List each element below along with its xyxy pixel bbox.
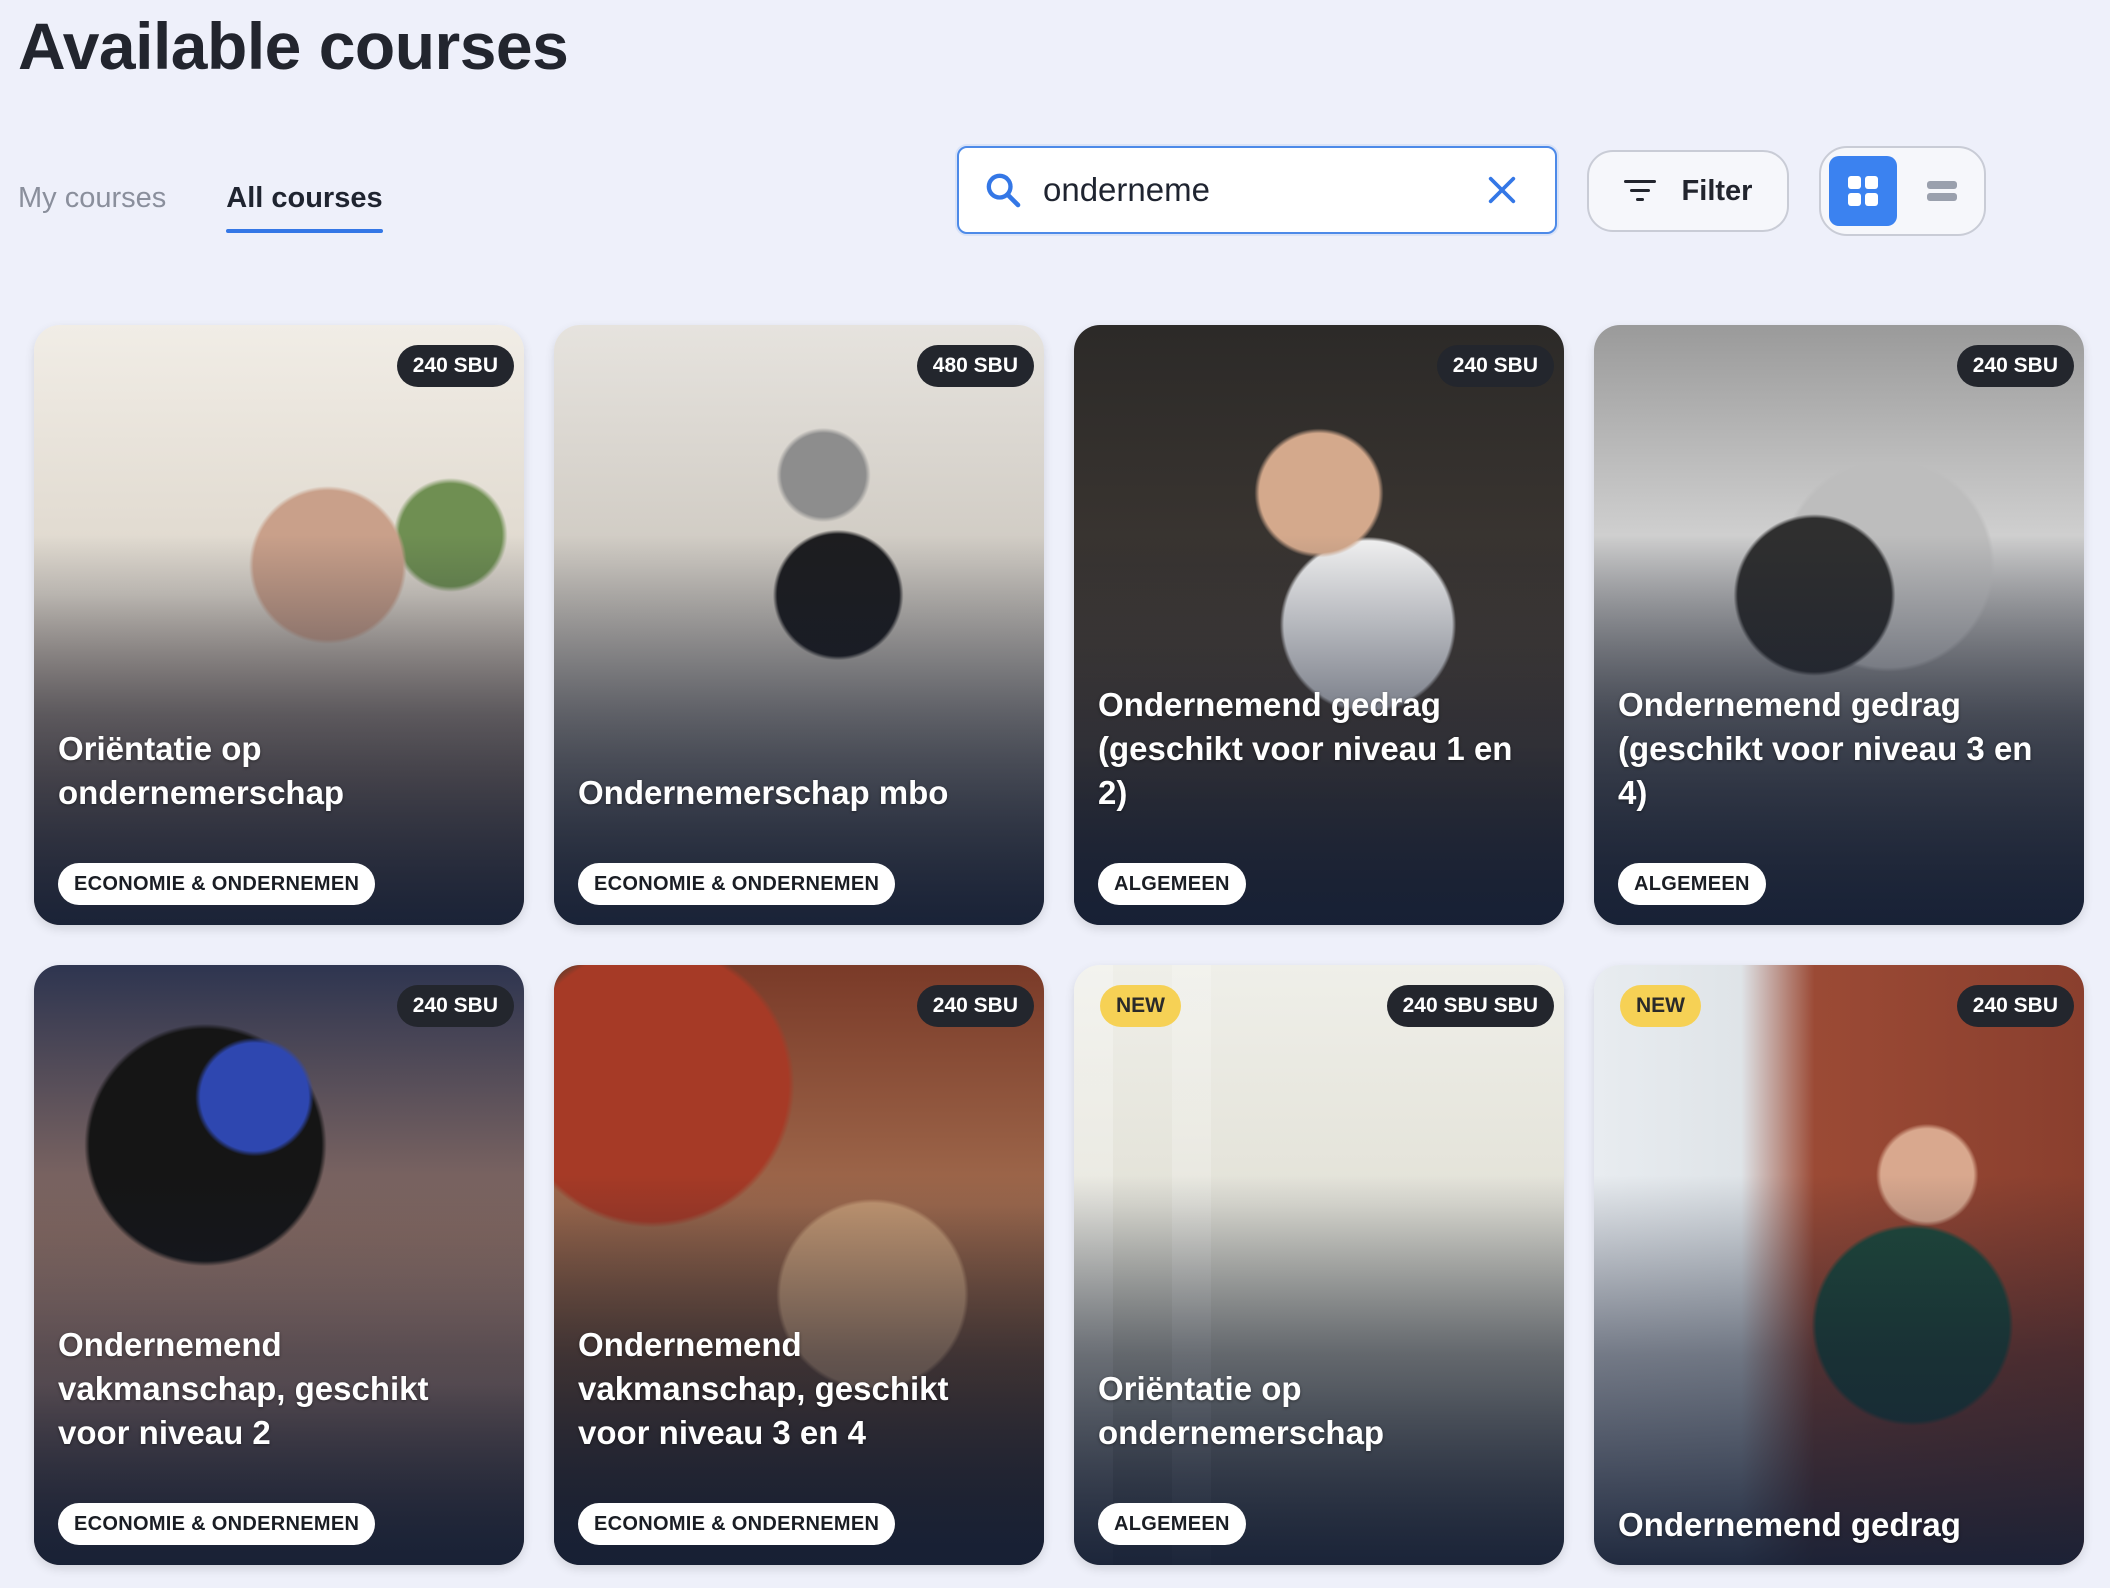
new-badge: NEW [1620, 985, 1701, 1027]
sbu-badge: 240 SBU [396, 345, 514, 387]
category-badge: ALGEMEEN [1098, 1503, 1246, 1545]
course-card[interactable]: 240 SBU Oriëntatie op ondernemerschap EC… [34, 325, 524, 925]
category-badge: ALGEMEEN [1098, 863, 1246, 905]
search-input[interactable] [1043, 160, 1485, 220]
page-title: Available courses [18, 9, 569, 83]
new-badge: NEW [1100, 985, 1181, 1027]
list-icon [1927, 181, 1958, 201]
tab-all-courses[interactable]: All courses [226, 182, 383, 233]
sbu-badge: 240 SBU [1956, 985, 2074, 1027]
list-view-button[interactable] [1909, 156, 1977, 226]
course-card[interactable]: NEW 240 SBU SBU Oriëntatie op ondernemer… [1074, 965, 1564, 1565]
sbu-badge: 240 SBU [1436, 345, 1554, 387]
course-card[interactable]: 240 SBU Ondernemend gedrag (geschikt voo… [1074, 325, 1564, 925]
course-card[interactable]: 240 SBU Ondernemend vakmanschap, geschik… [34, 965, 524, 1565]
category-badge: ECONOMIE & ONDERNEMEN [578, 1503, 896, 1545]
course-grid: 240 SBU Oriëntatie op ondernemerschap EC… [34, 325, 2084, 1565]
course-card[interactable]: 240 SBU Ondernemend vakmanschap, geschik… [554, 965, 1044, 1565]
clear-search-button[interactable] [1485, 173, 1519, 207]
course-title: Ondernemend vakmanschap, geschikt voor n… [58, 1326, 429, 1451]
search-box [957, 146, 1557, 234]
sbu-badge: 240 SBU [396, 985, 514, 1027]
filter-icon [1623, 180, 1656, 201]
close-icon [1488, 176, 1516, 204]
filter-button[interactable]: Filter [1587, 150, 1789, 232]
tab-my-courses[interactable]: My courses [18, 182, 166, 233]
course-tabs: My courses All courses [18, 182, 383, 233]
category-badge: ECONOMIE & ONDERNEMEN [58, 863, 376, 905]
course-title: Oriëntatie op ondernemerschap [1098, 1370, 1385, 1451]
grid-view-button[interactable] [1829, 156, 1897, 226]
sbu-badge: 240 SBU [916, 985, 1034, 1027]
category-badge: ALGEMEEN [1618, 863, 1766, 905]
course-title: Ondernemend gedrag (geschikt voor niveau… [1618, 686, 2033, 811]
course-title: Ondernemend gedrag (geschikt voor niveau… [1098, 686, 1513, 811]
course-card[interactable]: 480 SBU Ondernemerschap mbo ECONOMIE & O… [554, 325, 1044, 925]
filter-label: Filter [1681, 174, 1753, 207]
sbu-badge: 240 SBU SBU [1386, 985, 1554, 1027]
view-toggle [1819, 146, 1986, 236]
course-title: Ondernemend gedrag [1618, 1506, 1961, 1543]
course-title: Oriëntatie op ondernemerschap [58, 730, 345, 811]
course-card[interactable]: 240 SBU Ondernemend gedrag (geschikt voo… [1594, 325, 2084, 925]
course-card[interactable]: NEW 240 SBU Ondernemend gedrag [1594, 965, 2084, 1565]
sbu-badge: 240 SBU [1956, 345, 2074, 387]
category-badge: ECONOMIE & ONDERNEMEN [578, 863, 896, 905]
grid-icon [1847, 176, 1878, 206]
category-badge: ECONOMIE & ONDERNEMEN [58, 1503, 376, 1545]
search-icon [986, 173, 1021, 208]
course-title: Ondernemerschap mbo [578, 774, 949, 811]
sbu-badge: 480 SBU [916, 345, 1034, 387]
course-title: Ondernemend vakmanschap, geschikt voor n… [578, 1326, 949, 1451]
